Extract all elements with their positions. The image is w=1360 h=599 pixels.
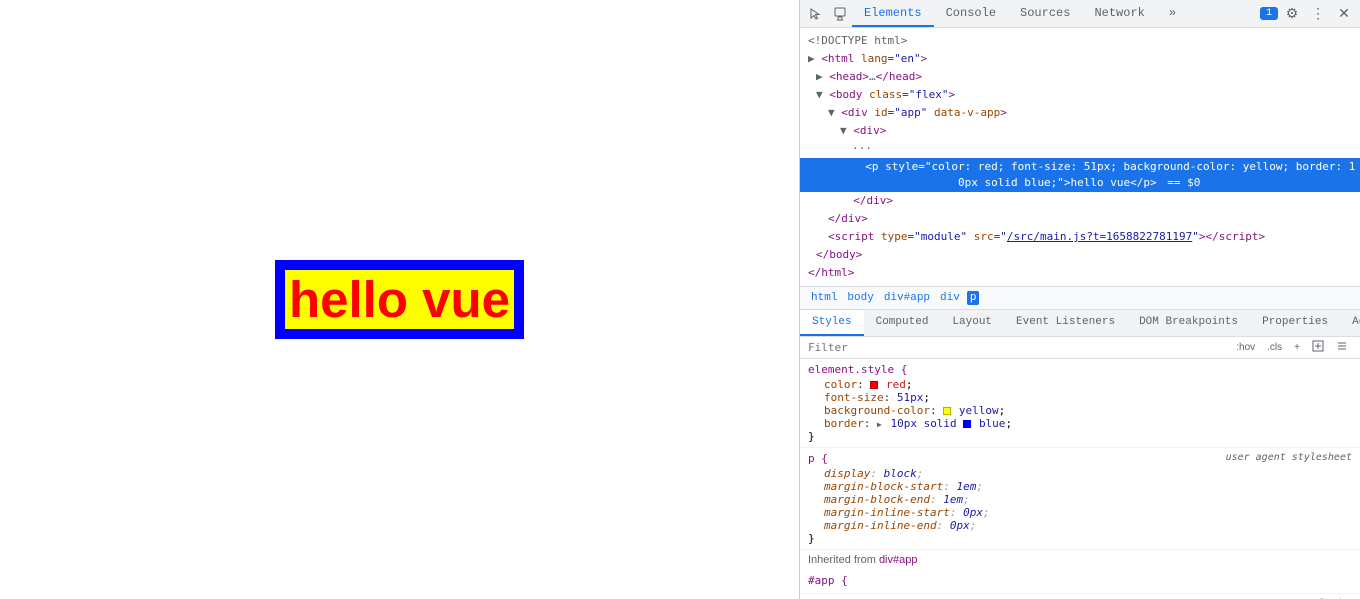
tab-properties[interactable]: Properties xyxy=(1250,310,1340,336)
toggle-btn[interactable] xyxy=(1332,339,1352,356)
style-prop-margin-inline-end: margin-inline-end: 0px; xyxy=(808,519,1352,532)
settings-button[interactable]: ⚙ xyxy=(1280,2,1304,26)
device-icon[interactable] xyxy=(828,2,852,26)
csdn-watermark: CSDN @styles xyxy=(800,594,1360,599)
tab-more[interactable]: » xyxy=(1157,0,1188,27)
tab-console[interactable]: Console xyxy=(934,0,1008,27)
dom-tree[interactable]: <!DOCTYPE html> ▶ <html lang="en"> ▶ <he… xyxy=(800,28,1360,287)
filter-buttons: :hov .cls + xyxy=(1232,339,1352,356)
more-options-button[interactable]: ⋮ xyxy=(1306,2,1330,26)
dom-line-script[interactable]: <script type="module" src="/src/main.js?… xyxy=(800,228,1360,246)
webpage-preview: hello vue xyxy=(0,0,800,599)
style-rule-close1: } xyxy=(808,430,1352,443)
style-selector-app: #app { xyxy=(808,574,1352,587)
script-src-link[interactable]: /src/main.js?t=1658822781197 xyxy=(1007,230,1192,243)
tab-sources[interactable]: Sources xyxy=(1008,0,1082,27)
styles-content[interactable]: element.style { color: red; font-size: 5… xyxy=(800,359,1360,599)
filter-input[interactable] xyxy=(808,341,1228,354)
dom-line-ellipsis[interactable]: ··· xyxy=(800,140,1360,158)
breadcrumb-html[interactable]: html xyxy=(808,291,840,305)
dom-line-div[interactable]: ▼ <div> xyxy=(800,122,1360,140)
notification-badge: 1 xyxy=(1260,7,1278,20)
dom-line-div-app[interactable]: ▼ <div id="app" data-v-app> xyxy=(800,104,1360,122)
tab-accessibility[interactable]: Accessibility xyxy=(1340,310,1360,336)
style-prop-margin-inline-start: margin-inline-start: 0px; xyxy=(808,506,1352,519)
breadcrumb-body[interactable]: body xyxy=(844,291,876,305)
style-rule-element: element.style { color: red; font-size: 5… xyxy=(800,359,1360,448)
devtools-topbar-right: 1 ⚙ ⋮ ✕ xyxy=(1260,2,1356,26)
elements-panel: <!DOCTYPE html> ▶ <html lang="en"> ▶ <he… xyxy=(800,28,1360,599)
style-selector-element: element.style { xyxy=(808,363,1352,376)
styles-tab-bar: Styles Computed Layout Event Listeners D… xyxy=(800,310,1360,337)
dom-line-head[interactable]: ▶ <head>…</head> xyxy=(800,68,1360,86)
close-devtools-button[interactable]: ✕ xyxy=(1332,2,1356,26)
triangle-icon[interactable]: ▶ xyxy=(877,420,882,429)
breadcrumb-bar: html body div#app div p xyxy=(800,287,1360,310)
add-rule-btn[interactable]: + xyxy=(1290,341,1304,354)
dom-line-close-div1[interactable]: </div> xyxy=(800,192,1360,210)
dom-line-close-body[interactable]: </body> xyxy=(800,246,1360,264)
inherited-header: Inherited from div#app xyxy=(800,550,1360,570)
tab-network[interactable]: Network xyxy=(1082,0,1156,27)
tab-layout[interactable]: Layout xyxy=(940,310,1004,336)
inherited-from-selector[interactable]: div#app xyxy=(879,554,918,566)
tab-dom-breakpoints[interactable]: DOM Breakpoints xyxy=(1127,310,1250,336)
color-swatch-red[interactable] xyxy=(870,381,878,389)
inherited-from-text: Inherited from xyxy=(808,554,876,566)
style-prop-display: display: block; xyxy=(808,467,1352,480)
style-rule-close2: } xyxy=(808,532,1352,545)
tab-elements[interactable]: Elements xyxy=(852,0,934,27)
devtools-topbar: Elements Console Sources Network » 1 ⚙ ⋮… xyxy=(800,0,1360,28)
color-swatch-blue[interactable] xyxy=(963,420,971,428)
cls-btn[interactable]: .cls xyxy=(1263,341,1286,354)
style-prop-fontsize: font-size: 51px; xyxy=(808,391,1352,404)
expand-btn[interactable] xyxy=(1308,339,1328,356)
breadcrumb-p[interactable]: p xyxy=(967,291,980,305)
tab-styles[interactable]: Styles xyxy=(800,310,864,336)
dom-line-body[interactable]: ▼ <body class="flex"> xyxy=(800,86,1360,104)
style-selector-p: p { user agent stylesheet xyxy=(808,452,1352,465)
filter-bar: :hov .cls + xyxy=(800,337,1360,359)
devtools-panel: Elements Console Sources Network » 1 ⚙ ⋮… xyxy=(800,0,1360,599)
dom-line-p-selected[interactable]: <p style="color: red; font-size: 51px; b… xyxy=(800,158,1360,192)
dom-line-close-html[interactable]: </html> xyxy=(800,264,1360,282)
style-origin: user agent stylesheet xyxy=(1226,452,1352,463)
color-swatch-yellow[interactable] xyxy=(943,407,951,415)
style-rule-app: #app { xyxy=(800,570,1360,594)
tab-computed[interactable]: Computed xyxy=(864,310,941,336)
hello-vue-element: hello vue xyxy=(275,260,524,339)
pseudo-states-btn[interactable]: :hov xyxy=(1232,341,1259,354)
breadcrumb-div[interactable]: div xyxy=(937,291,963,305)
cursor-icon[interactable] xyxy=(804,2,828,26)
devtools-top-tabs: Elements Console Sources Network » xyxy=(852,0,1260,27)
style-prop-color: color: red; xyxy=(808,378,1352,391)
style-prop-bgcolor: background-color: yellow; xyxy=(808,404,1352,417)
style-prop-margin-block-start: margin-block-start: 1em; xyxy=(808,480,1352,493)
style-prop-margin-block-end: margin-block-end: 1em; xyxy=(808,493,1352,506)
breadcrumb-divapp[interactable]: div#app xyxy=(881,291,933,305)
tab-event-listeners[interactable]: Event Listeners xyxy=(1004,310,1127,336)
dom-line-doctype[interactable]: <!DOCTYPE html> xyxy=(800,32,1360,50)
dom-line-html[interactable]: ▶ <html lang="en"> xyxy=(800,50,1360,68)
style-rule-p: p { user agent stylesheet display: block… xyxy=(800,448,1360,550)
dom-line-close-div2[interactable]: </div> xyxy=(800,210,1360,228)
style-prop-border: border: ▶ 10px solid blue; xyxy=(808,417,1352,430)
